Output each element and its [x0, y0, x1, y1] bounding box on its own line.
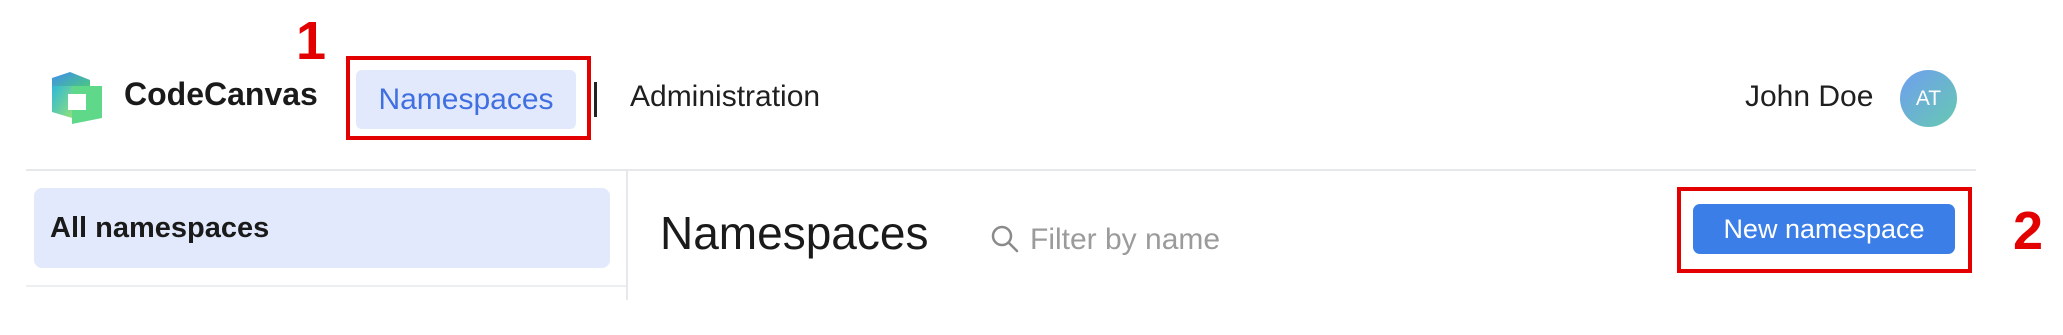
brand-name: CodeCanvas — [124, 76, 318, 112]
sidebar-item-label: All namespaces — [50, 211, 270, 244]
sidebar-row-divider — [26, 285, 626, 287]
nav-administration-link[interactable]: Administration — [630, 80, 820, 114]
codecanvas-logo-icon[interactable] — [52, 72, 102, 124]
nav-separator — [594, 82, 597, 117]
annotation-label-1: 1 — [296, 11, 327, 71]
sidebar-divider — [626, 170, 628, 300]
search-input[interactable] — [1030, 218, 1350, 262]
annotation-label-2: 2 — [2013, 201, 2044, 261]
sidebar-item-all-namespaces[interactable]: All namespaces — [34, 188, 610, 268]
avatar[interactable]: AT — [1900, 70, 1957, 127]
user-name[interactable]: John Doe — [1745, 80, 1873, 114]
page-title: Namespaces — [660, 207, 929, 259]
avatar-initials: AT — [1915, 86, 1942, 110]
search-icon — [990, 224, 1020, 254]
header-divider — [26, 169, 1976, 171]
annotation-box-2 — [1677, 187, 1972, 273]
annotation-box-1 — [346, 56, 591, 140]
